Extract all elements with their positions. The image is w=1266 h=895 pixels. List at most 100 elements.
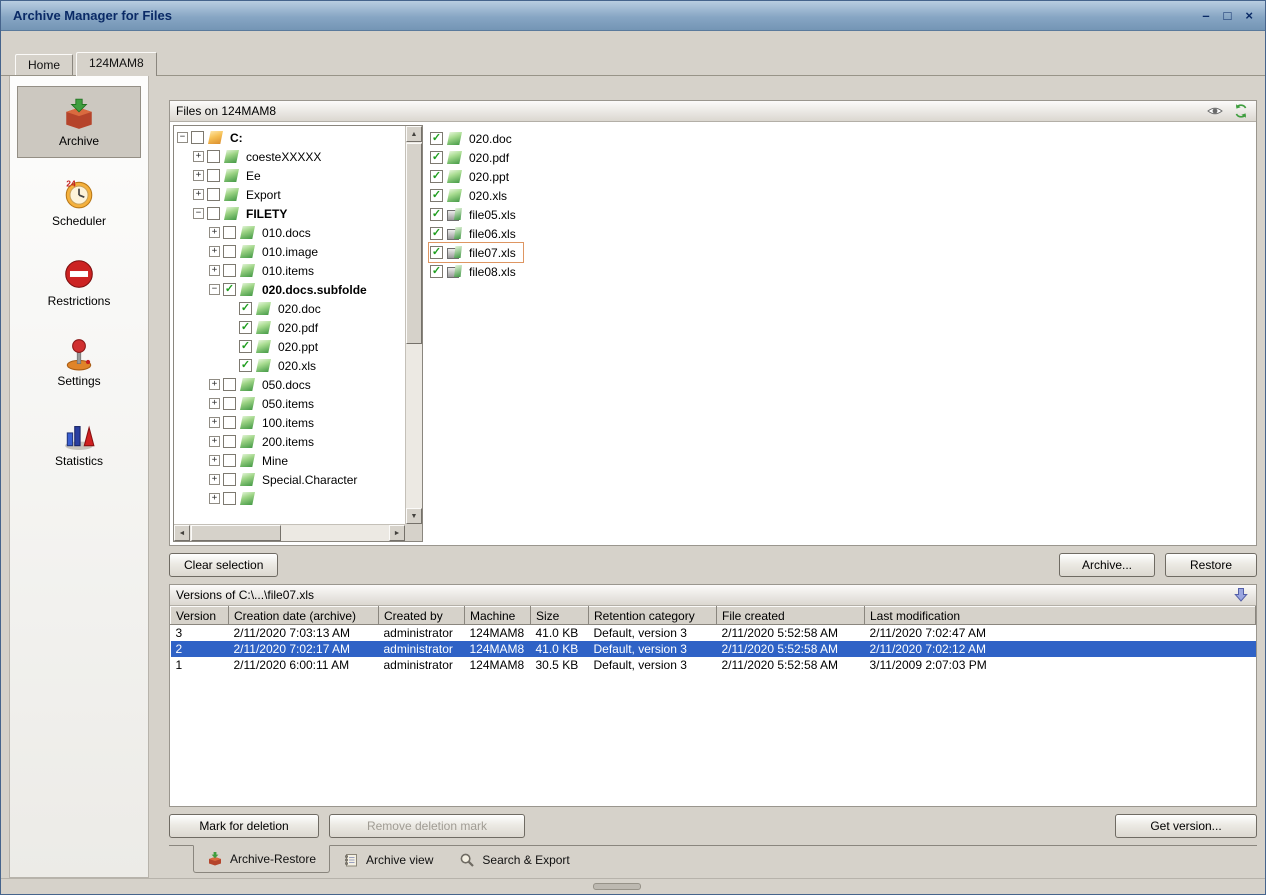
mark-for-deletion-button[interactable]: Mark for deletion xyxy=(169,814,319,838)
checkbox[interactable] xyxy=(207,188,220,201)
checkbox[interactable] xyxy=(223,283,236,296)
checkbox[interactable] xyxy=(223,226,236,239)
column-header-size[interactable]: Size xyxy=(531,607,589,625)
scroll-track[interactable] xyxy=(190,525,389,541)
scroll-thumb[interactable] xyxy=(406,143,422,344)
tree-item[interactable]: 010.image xyxy=(174,242,325,261)
scroll-down-icon[interactable] xyxy=(406,508,422,524)
tree-item[interactable]: Export xyxy=(174,185,288,204)
checkbox[interactable] xyxy=(239,340,252,353)
remove-deletion-mark-button[interactable]: Remove deletion mark xyxy=(329,814,525,838)
checkbox[interactable] xyxy=(207,207,220,220)
expander-plus-icon[interactable] xyxy=(209,436,220,447)
expander-plus-icon[interactable] xyxy=(193,189,204,200)
sidebar-item-restrictions[interactable]: Restrictions xyxy=(17,246,141,318)
tree-item[interactable]: Ee xyxy=(174,166,268,185)
refresh-icon[interactable] xyxy=(1232,103,1250,119)
tree-item[interactable]: 020.docs.subfolde xyxy=(174,280,374,299)
tree-item[interactable]: 010.docs xyxy=(174,223,318,242)
tree-item[interactable]: coesteXXXXX xyxy=(174,147,328,166)
sidebar-item-statistics[interactable]: Statistics xyxy=(17,406,141,478)
window-resize-grip[interactable] xyxy=(593,883,641,890)
tree-item[interactable]: 020.pdf xyxy=(174,318,325,337)
file-item[interactable]: 020.pdf xyxy=(429,148,516,167)
file-item[interactable]: file06.xls xyxy=(429,224,523,243)
checkbox[interactable] xyxy=(430,170,443,183)
expander-plus-icon[interactable] xyxy=(209,474,220,485)
checkbox[interactable] xyxy=(207,169,220,182)
column-header-created-by[interactable]: Created by xyxy=(379,607,465,625)
checkbox[interactable] xyxy=(430,132,443,145)
checkbox[interactable] xyxy=(223,416,236,429)
tree-item[interactable]: Mine xyxy=(174,451,295,470)
minimize-button[interactable]: – xyxy=(1202,9,1209,22)
expander-minus-icon[interactable] xyxy=(177,132,188,143)
tree-item[interactable]: 020.xls xyxy=(174,356,323,375)
checkbox[interactable] xyxy=(223,473,236,486)
scroll-right-icon[interactable] xyxy=(389,525,405,541)
tab-archive-restore[interactable]: Archive-Restore xyxy=(193,845,330,873)
checkbox[interactable] xyxy=(239,359,252,372)
expander-plus-icon[interactable] xyxy=(209,265,220,276)
column-header-creation-date[interactable]: Creation date (archive) xyxy=(229,607,379,625)
expander-plus-icon[interactable] xyxy=(193,170,204,181)
tab-home[interactable]: Home xyxy=(15,54,73,75)
column-header-file-created[interactable]: File created xyxy=(717,607,865,625)
checkbox[interactable] xyxy=(239,321,252,334)
sidebar-item-archive[interactable]: Archive xyxy=(17,86,141,158)
checkbox[interactable] xyxy=(430,208,443,221)
show-versions-eye-icon[interactable] xyxy=(1206,103,1224,119)
expander-plus-icon[interactable] xyxy=(209,379,220,390)
tree-item[interactable]: FILETY xyxy=(174,204,294,223)
checkbox[interactable] xyxy=(191,131,204,144)
file-item[interactable]: 020.ppt xyxy=(429,167,516,186)
clear-selection-button[interactable]: Clear selection xyxy=(169,553,278,577)
column-header-machine[interactable]: Machine xyxy=(465,607,531,625)
checkbox[interactable] xyxy=(223,245,236,258)
checkbox[interactable] xyxy=(223,454,236,467)
file-item[interactable]: file07.xls xyxy=(429,243,523,262)
tree-vertical-scrollbar[interactable] xyxy=(405,126,422,524)
file-item[interactable]: file05.xls xyxy=(429,205,523,224)
checkbox[interactable] xyxy=(430,151,443,164)
tab-search-export[interactable]: Search & Export xyxy=(446,845,582,875)
checkbox[interactable] xyxy=(223,397,236,410)
checkbox[interactable] xyxy=(239,302,252,315)
maximize-button[interactable]: □ xyxy=(1224,9,1232,22)
tree-item[interactable]: C: xyxy=(174,128,250,147)
sidebar-item-scheduler[interactable]: 24 Scheduler xyxy=(17,166,141,238)
version-row[interactable]: 32/11/2020 7:03:13 AMadministrator124MAM… xyxy=(171,625,1256,641)
file-item[interactable]: file08.xls xyxy=(429,262,523,281)
file-item[interactable]: 020.xls xyxy=(429,186,514,205)
sidebar-item-settings[interactable]: Settings xyxy=(17,326,141,398)
checkbox[interactable] xyxy=(223,492,236,505)
tab-124mam8[interactable]: 124MAM8 xyxy=(76,52,157,76)
expander-minus-icon[interactable] xyxy=(209,284,220,295)
tree-item[interactable]: Special.Character xyxy=(174,470,364,489)
expander-minus-icon[interactable] xyxy=(193,208,204,219)
version-row[interactable]: 22/11/2020 7:02:17 AMadministrator124MAM… xyxy=(171,641,1256,657)
tree-item[interactable]: 050.items xyxy=(174,394,321,413)
expander-plus-icon[interactable] xyxy=(209,493,220,504)
checkbox[interactable] xyxy=(207,150,220,163)
column-header-retention-category[interactable]: Retention category xyxy=(589,607,717,625)
version-row[interactable]: 12/11/2020 6:00:11 AMadministrator124MAM… xyxy=(171,657,1256,673)
checkbox[interactable] xyxy=(430,246,443,259)
scroll-track[interactable] xyxy=(406,142,422,508)
column-header-version[interactable]: Version xyxy=(171,607,229,625)
checkbox[interactable] xyxy=(430,227,443,240)
expander-plus-icon[interactable] xyxy=(193,151,204,162)
expander-plus-icon[interactable] xyxy=(209,227,220,238)
tree-horizontal-scrollbar[interactable] xyxy=(174,524,405,541)
expander-plus-icon[interactable] xyxy=(209,417,220,428)
scroll-left-icon[interactable] xyxy=(174,525,190,541)
tree-item[interactable]: 020.doc xyxy=(174,299,328,318)
expander-plus-icon[interactable] xyxy=(209,398,220,409)
tab-archive-view[interactable]: Archive view xyxy=(330,845,446,875)
tree-item[interactable] xyxy=(174,489,269,508)
scroll-thumb[interactable] xyxy=(191,525,281,541)
tree-item[interactable]: 020.ppt xyxy=(174,337,325,356)
get-version-button[interactable]: Get version... xyxy=(1115,814,1257,838)
scroll-up-icon[interactable] xyxy=(406,126,422,142)
file-item[interactable]: 020.doc xyxy=(429,129,519,148)
